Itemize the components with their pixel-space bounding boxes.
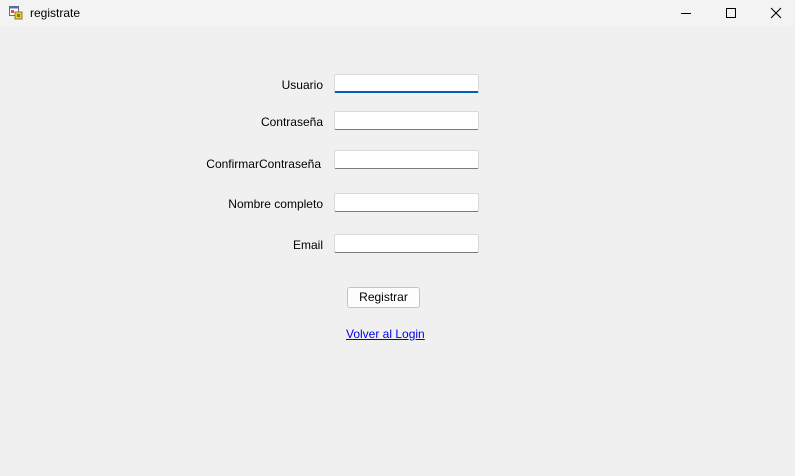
minimize-icon: [681, 13, 691, 14]
email-input[interactable]: [334, 234, 479, 253]
title-bar[interactable]: registrate: [0, 0, 795, 26]
confirmar-contrasena-label: ConfirmarContraseña: [206, 157, 321, 171]
usuario-label: Usuario: [281, 78, 323, 92]
confirmar-contrasena-input[interactable]: [334, 150, 479, 169]
maximize-button[interactable]: [708, 0, 754, 26]
contrasena-input[interactable]: [334, 111, 479, 130]
nombre-completo-label: Nombre completo: [228, 197, 323, 211]
registrate-window: registrate Usuario Contraseña ConfirmarC…: [0, 0, 795, 476]
registrar-button[interactable]: Registrar: [347, 287, 420, 308]
close-button[interactable]: [753, 0, 795, 26]
close-icon: [770, 7, 782, 19]
volver-al-login-link[interactable]: Volver al Login: [346, 327, 425, 341]
email-label: Email: [292, 238, 323, 252]
maximize-icon: [726, 8, 736, 18]
minimize-button[interactable]: [663, 0, 709, 26]
usuario-input[interactable]: [334, 74, 479, 93]
windows-form-icon: [9, 6, 23, 20]
nombre-completo-input[interactable]: [334, 193, 479, 212]
contrasena-label: Contraseña: [260, 115, 323, 129]
window-title: registrate: [30, 6, 81, 20]
